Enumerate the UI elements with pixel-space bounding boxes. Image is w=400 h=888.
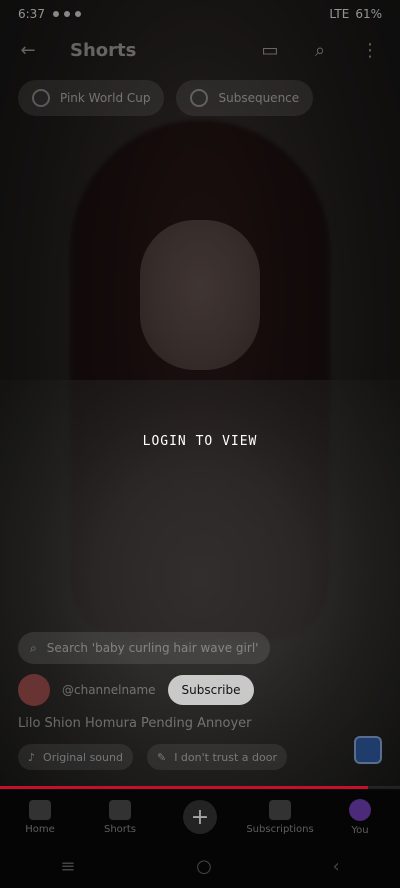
- remix-thumbnail[interactable]: [354, 736, 382, 764]
- status-time: 6:37: [18, 7, 45, 21]
- topic-chip[interactable]: Subsequence: [176, 80, 314, 116]
- channel-name[interactable]: @channelname: [62, 683, 156, 697]
- nav-shorts[interactable]: Shorts: [90, 799, 150, 835]
- recent-apps-icon[interactable]: ≡: [60, 856, 75, 877]
- comment-link[interactable]: ✎ I don't trust a door: [146, 744, 287, 770]
- channel-row: @channelname Subscribe: [18, 674, 255, 706]
- login-overlay: [0, 0, 400, 788]
- chip-label: Pink World Cup: [60, 91, 151, 105]
- nav-create[interactable]: +: [170, 800, 230, 834]
- top-bar: ← Shorts ▭ ⌕ ⋮: [0, 30, 400, 70]
- shorts-icon: [109, 799, 131, 820]
- profile-icon: [349, 798, 371, 821]
- topic-chip[interactable]: Pink World Cup: [18, 80, 165, 116]
- search-chip-label: Search 'baby curling hair wave girl': [46, 641, 259, 655]
- login-to-view-message: LOGIN TO VIEW: [142, 434, 258, 449]
- notification-icon: [63, 11, 70, 17]
- progress-bar[interactable]: [0, 786, 400, 789]
- chip-label: Subsequence: [218, 91, 300, 105]
- more-vert-icon[interactable]: ⋮: [352, 32, 388, 68]
- back-chevron-icon[interactable]: ‹: [332, 856, 339, 877]
- home-icon: [29, 799, 51, 820]
- notification-icon: [52, 11, 59, 17]
- bottom-nav: Home Shorts + Subscriptions You: [0, 790, 400, 844]
- notification-icon: [74, 11, 81, 17]
- signal-text: LTE: [329, 7, 350, 21]
- nav-you[interactable]: You: [330, 798, 390, 836]
- system-navbar: ≡ ○ ‹: [0, 844, 400, 888]
- subscriptions-icon: [269, 799, 291, 820]
- plus-icon: +: [183, 800, 217, 834]
- search-icon: ⌕: [30, 640, 37, 655]
- circle-icon: [32, 89, 50, 107]
- link-label: I don't trust a door: [174, 750, 277, 764]
- circle-icon: [190, 89, 209, 107]
- progress-fill: [0, 786, 368, 789]
- topic-chips: Pink World Cup Subsequence: [18, 80, 314, 116]
- video-description[interactable]: Lilo Shion Homura Pending Annoyer: [18, 716, 252, 731]
- subscribe-button[interactable]: Subscribe: [167, 675, 255, 705]
- nav-subscriptions[interactable]: Subscriptions: [246, 799, 314, 835]
- avatar[interactable]: [18, 674, 50, 706]
- nav-label: You: [351, 824, 369, 836]
- original-sound-link[interactable]: ♪ Original sound: [18, 744, 133, 770]
- back-arrow-icon[interactable]: ←: [10, 32, 46, 68]
- nav-label: Home: [25, 823, 55, 835]
- bottom-links: ♪ Original sound ✎ I don't trust a door: [18, 744, 287, 770]
- nav-label: Subscriptions: [246, 823, 314, 835]
- status-bar: 6:37 LTE 61%: [0, 0, 400, 28]
- nav-home[interactable]: Home: [10, 799, 70, 835]
- link-label: Original sound: [43, 750, 123, 764]
- battery-text: 61%: [355, 7, 382, 21]
- home-circle-icon[interactable]: ○: [196, 856, 212, 877]
- music-icon: ♪: [28, 750, 36, 764]
- related-search-chip[interactable]: ⌕ Search 'baby curling hair wave girl': [18, 632, 271, 664]
- search-icon[interactable]: ⌕: [302, 32, 338, 68]
- nav-label: Shorts: [103, 823, 137, 835]
- video-camera-icon[interactable]: ▭: [252, 32, 288, 68]
- edit-icon: ✎: [156, 750, 167, 764]
- page-title: Shorts: [70, 39, 137, 61]
